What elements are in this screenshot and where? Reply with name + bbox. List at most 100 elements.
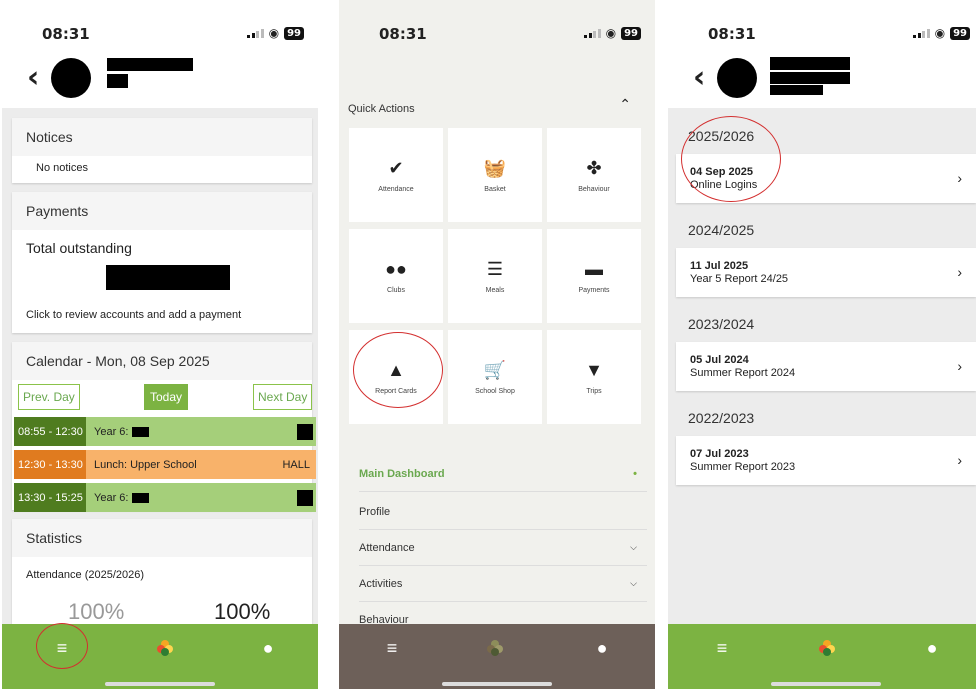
dashboard-content: Notices No notices Payments Total outsta… — [2, 108, 318, 624]
dashboard-screen: 08:31 ◉ 99 ‹ Notices No notices Payments… — [2, 0, 318, 689]
profile-icon[interactable]: ● — [256, 638, 280, 659]
redacted-amount — [106, 265, 230, 290]
report-date: 05 Jul 2024 — [690, 354, 749, 366]
statistics-card: Statistics Attendance (2025/2026) 100% 1… — [12, 519, 312, 624]
menu-book-icon: ☰ — [486, 258, 504, 279]
tile-school-shop[interactable]: 🛒 School Shop — [448, 330, 542, 424]
status-bar: 08:31 ◉ 99 — [668, 0, 976, 43]
report-row[interactable]: 05 Jul 2024 Summer Report 2024 › — [676, 342, 976, 391]
map-pin-icon: ▼ — [585, 359, 603, 380]
status-time: 08:31 — [379, 25, 427, 43]
notices-title: Notices — [12, 118, 312, 156]
chevron-up-icon[interactable]: ⌃ — [619, 96, 631, 113]
chevron-down-icon: ⌵ — [630, 578, 637, 588]
credit-card-icon: ▬ — [585, 258, 603, 279]
battery-icon: 99 — [950, 26, 970, 40]
redacted-name — [107, 58, 193, 71]
redacted-class — [131, 426, 149, 437]
chevron-right-icon: › — [957, 452, 962, 468]
prev-day-button[interactable]: Prev. Day — [18, 384, 80, 410]
event-time: 08:55 - 12:30 — [14, 417, 86, 446]
tab-bar: ≡ ● — [339, 624, 655, 689]
tab-bar: ≡ ● — [668, 624, 976, 689]
redacted-name — [770, 57, 850, 70]
users-icon: ●● — [385, 258, 407, 279]
report-row[interactable]: 11 Jul 2025 Year 5 Report 24/25 › — [676, 248, 976, 297]
redacted-name — [770, 72, 850, 84]
next-day-button[interactable]: Next Day — [253, 384, 313, 410]
back-icon[interactable]: ‹ — [693, 62, 705, 93]
report-name: Year 5 Report 24/25 — [690, 273, 789, 285]
payments-title: Payments — [12, 192, 312, 230]
calendar-event[interactable]: 08:55 - 12:30 Year 6: — [14, 417, 316, 446]
report-name: Summer Report 2024 — [690, 367, 796, 379]
quick-actions-title: Quick Actions — [348, 103, 415, 115]
menu-activities[interactable]: Activities ⌵ — [359, 566, 647, 602]
basket-icon: 🧺 — [483, 157, 507, 178]
report-cards-screen: 08:31 ◉ 99 ‹ 2025/2026 04 Sep 2025 Onlin… — [668, 0, 976, 689]
report-name: Summer Report 2023 — [690, 461, 796, 473]
home-indicator — [105, 682, 215, 686]
highlight-circle — [36, 623, 88, 669]
wifi-icon: ◉ — [268, 26, 280, 40]
chevron-down-icon: ⌵ — [630, 542, 637, 552]
signal-icon — [584, 28, 601, 38]
battery-icon: 99 — [284, 26, 304, 40]
battery-icon: 99 — [621, 26, 641, 40]
calendar-title: Calendar - Mon, 08 Sep 2025 — [12, 342, 312, 380]
header: ‹ — [693, 55, 758, 100]
report-date: 11 Jul 2025 — [690, 260, 749, 272]
highlight-circle — [681, 116, 781, 202]
menu-main-dashboard[interactable]: Main Dashboard • — [359, 456, 647, 492]
app-logo-icon[interactable] — [819, 640, 835, 656]
stat-value-a: 100% — [68, 599, 125, 624]
profile-icon[interactable]: ● — [590, 638, 614, 659]
avatar — [717, 57, 758, 98]
award-icon: ✤ — [586, 157, 602, 178]
signal-icon — [913, 28, 930, 38]
menu-attendance[interactable]: Attendance ⌵ — [359, 530, 647, 566]
redacted-name — [770, 85, 823, 95]
chevron-right-icon: › — [957, 358, 962, 374]
back-icon[interactable]: ‹ — [27, 62, 39, 93]
report-date: 07 Jul 2023 — [690, 448, 749, 460]
tile-attendance[interactable]: ✔ Attendance — [349, 128, 443, 222]
status-bar: 08:31 ◉ 99 — [339, 0, 655, 43]
menu-icon[interactable]: ≡ — [380, 638, 404, 659]
report-row[interactable]: 07 Jul 2023 Summer Report 2023 › — [676, 436, 976, 485]
menu-screen: 08:31 ◉ 99 Quick Actions ⌃ ✔ Attendance … — [339, 0, 655, 689]
tile-behaviour[interactable]: ✤ Behaviour — [547, 128, 641, 222]
wifi-icon: ◉ — [605, 26, 617, 40]
cart-icon: 🛒 — [483, 359, 507, 380]
tile-trips[interactable]: ▼ Trips — [547, 330, 641, 424]
chevron-right-icon: › — [957, 170, 962, 186]
calendar-event[interactable]: 13:30 - 15:25 Year 6: — [14, 483, 316, 512]
highlight-circle — [353, 332, 443, 408]
redacted-room — [297, 489, 313, 506]
status-time: 08:31 — [42, 25, 90, 43]
tile-clubs[interactable]: ●● Clubs — [349, 229, 443, 323]
menu-icon[interactable]: ≡ — [710, 638, 734, 659]
event-label: Lunch: Upper School — [94, 458, 197, 471]
event-room: HALL — [282, 458, 310, 471]
year-heading: 2023/2024 — [676, 304, 976, 342]
redacted-class — [131, 492, 149, 503]
menu-profile[interactable]: Profile — [359, 494, 647, 530]
status-time: 08:31 — [708, 25, 756, 43]
payments-card[interactable]: Payments Total outstanding Click to revi… — [12, 192, 312, 333]
tile-payments[interactable]: ▬ Payments — [547, 229, 641, 323]
app-logo-icon[interactable] — [157, 640, 173, 656]
tile-meals[interactable]: ☰ Meals — [448, 229, 542, 323]
tile-basket[interactable]: 🧺 Basket — [448, 128, 542, 222]
notices-card: Notices No notices — [12, 118, 312, 183]
profile-icon[interactable]: ● — [920, 638, 944, 659]
active-dot-icon: • — [633, 467, 637, 480]
home-indicator — [442, 682, 552, 686]
app-logo-icon[interactable] — [487, 640, 503, 656]
wifi-icon: ◉ — [934, 26, 946, 40]
chevron-right-icon: › — [957, 264, 962, 280]
today-button[interactable]: Today — [144, 384, 188, 410]
calendar-event[interactable]: 12:30 - 13:30 Lunch: Upper School HALL — [14, 450, 316, 479]
check-circle-icon: ✔ — [388, 157, 404, 178]
header: ‹ — [27, 55, 92, 100]
